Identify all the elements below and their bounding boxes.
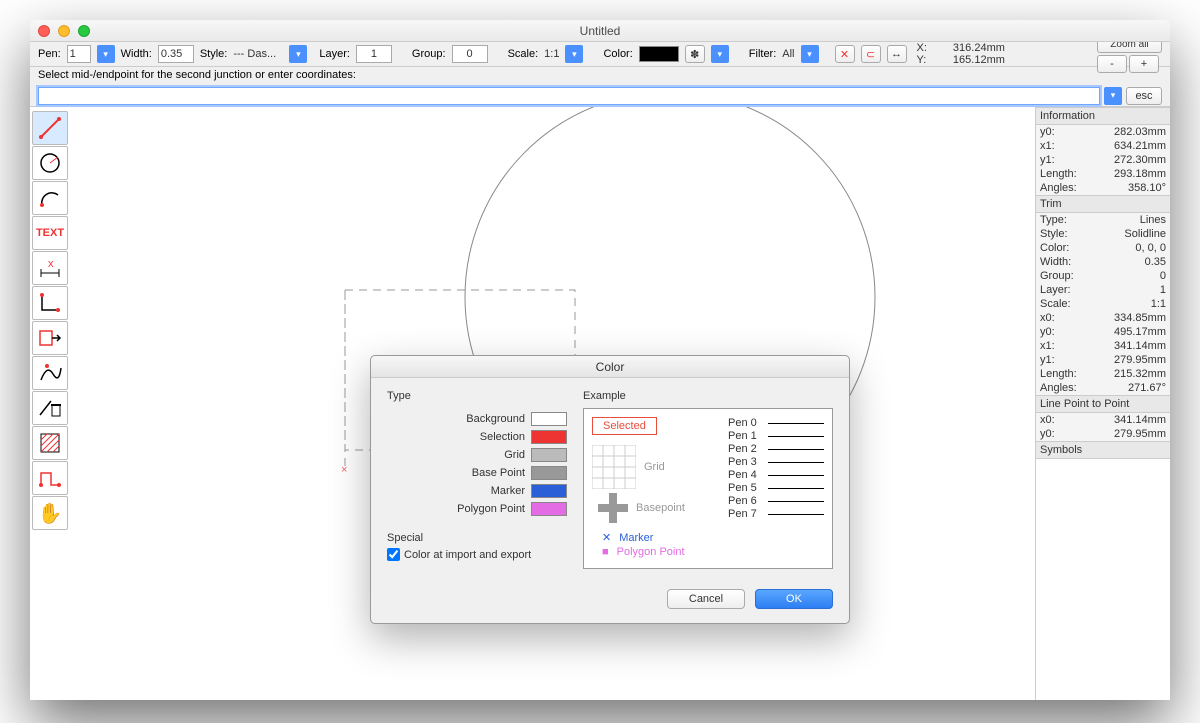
color-dialog: Color Type Background Selection Grid Bas…: [370, 355, 850, 624]
command-input[interactable]: [38, 87, 1100, 105]
pen-stepper[interactable]: ▾: [97, 45, 115, 63]
polyline-tool[interactable]: [32, 461, 68, 495]
example-label: Example: [583, 390, 833, 402]
width-input[interactable]: [158, 45, 194, 63]
pen-row: Pen 0: [728, 417, 824, 429]
pan-tool[interactable]: ✋: [32, 496, 68, 530]
gear-icon[interactable]: ✽: [685, 45, 705, 63]
grid-color-swatch[interactable]: [531, 448, 567, 462]
svg-text:×: ×: [341, 464, 347, 476]
pen-row: Pen 5: [728, 482, 824, 494]
style-value: --- Das...: [233, 48, 283, 60]
y-value: 165.12mm: [953, 54, 1005, 66]
marker-color-swatch[interactable]: [531, 484, 567, 498]
ok-button[interactable]: OK: [755, 589, 833, 609]
x-label: X:: [917, 42, 927, 54]
command-prompt: Select mid-/endpoint for the second junc…: [30, 67, 1170, 85]
style-dropdown[interactable]: ▾: [289, 45, 307, 63]
example-box: Selected Grid Basepoint ✕Marker ■Polygon…: [583, 408, 833, 569]
svg-text:x: x: [48, 258, 54, 270]
cancel-button[interactable]: Cancel: [667, 589, 745, 609]
color-swatch[interactable]: [639, 46, 679, 62]
curve-tool[interactable]: [32, 356, 68, 390]
ortho-x-icon[interactable]: ✕: [835, 45, 855, 63]
group-input[interactable]: [452, 45, 488, 63]
special-label: Special: [387, 532, 567, 544]
pen-row: Pen 7: [728, 508, 824, 520]
trim-header: Trim: [1036, 195, 1170, 213]
circle-tool[interactable]: [32, 146, 68, 180]
export-tool[interactable]: [32, 321, 68, 355]
command-input-bar: ▾ esc: [30, 85, 1170, 107]
line-tool[interactable]: [32, 111, 68, 145]
command-dropdown[interactable]: ▾: [1104, 87, 1122, 105]
basepoint-color-swatch[interactable]: [531, 466, 567, 480]
style-label: Style:: [200, 48, 228, 60]
hatch-tool[interactable]: [32, 426, 68, 460]
polypoint-color-swatch[interactable]: [531, 502, 567, 516]
tool-palette: TEXT x ✋: [30, 107, 70, 700]
filter-label: Filter:: [749, 48, 777, 60]
zoom-out-button[interactable]: -: [1097, 55, 1127, 73]
x-value: 316.24mm: [953, 42, 1005, 54]
app-window: Untitled Pen: ▾ Width: Style: --- Das...…: [30, 20, 1170, 700]
grid-icon: [592, 445, 636, 489]
width-label: Width:: [121, 48, 152, 60]
type-label: Type: [387, 390, 567, 402]
symbols-header: Symbols: [1036, 441, 1170, 459]
basepoint-icon: [598, 493, 628, 523]
layer-label: Layer:: [319, 48, 350, 60]
pen-row: Pen 6: [728, 495, 824, 507]
filter-dropdown[interactable]: ▾: [801, 45, 819, 63]
snap-icon[interactable]: ↔: [887, 45, 907, 63]
dimension-tool[interactable]: x: [32, 251, 68, 285]
pen-row: Pen 4: [728, 469, 824, 481]
color-label: Color:: [603, 48, 632, 60]
import-export-checkbox[interactable]: [387, 548, 400, 561]
filter-value: All: [782, 48, 794, 60]
info-panel: Information y0:282.03mm x1:634.21mm y1:2…: [1035, 107, 1170, 700]
scale-label: Scale:: [508, 48, 539, 60]
dialog-title: Color: [371, 356, 849, 378]
corner-tool[interactable]: [32, 286, 68, 320]
pen-input[interactable]: [67, 45, 91, 63]
gear-dropdown[interactable]: ▾: [711, 45, 729, 63]
pen-row: Pen 1: [728, 430, 824, 442]
pen-label: Pen:: [38, 48, 61, 60]
window-title: Untitled: [30, 24, 1170, 38]
main-toolbar: Pen: ▾ Width: Style: --- Das... ▾ Layer:…: [30, 42, 1170, 67]
arc-tool[interactable]: [32, 181, 68, 215]
info-header: Information: [1036, 107, 1170, 125]
layer-input[interactable]: [356, 45, 392, 63]
pen-row: Pen 2: [728, 443, 824, 455]
pen-row: Pen 3: [728, 456, 824, 468]
bg-color-swatch[interactable]: [531, 412, 567, 426]
text-tool[interactable]: TEXT: [32, 216, 68, 250]
selection-color-swatch[interactable]: [531, 430, 567, 444]
selected-example: Selected: [592, 417, 657, 435]
marker-icon: ✕: [602, 531, 611, 544]
group-label: Group:: [412, 48, 446, 60]
magnet-icon[interactable]: ⊂: [861, 45, 881, 63]
zoom-in-button[interactable]: +: [1129, 55, 1159, 73]
polypoint-icon: ■: [602, 546, 609, 558]
esc-button[interactable]: esc: [1126, 87, 1162, 105]
scale-dropdown[interactable]: ▾: [565, 45, 583, 63]
titlebar: Untitled: [30, 20, 1170, 42]
scale-value: 1:1: [544, 48, 559, 60]
y-label: Y:: [917, 54, 927, 66]
delete-tool[interactable]: [32, 391, 68, 425]
lpp-header: Line Point to Point: [1036, 395, 1170, 413]
